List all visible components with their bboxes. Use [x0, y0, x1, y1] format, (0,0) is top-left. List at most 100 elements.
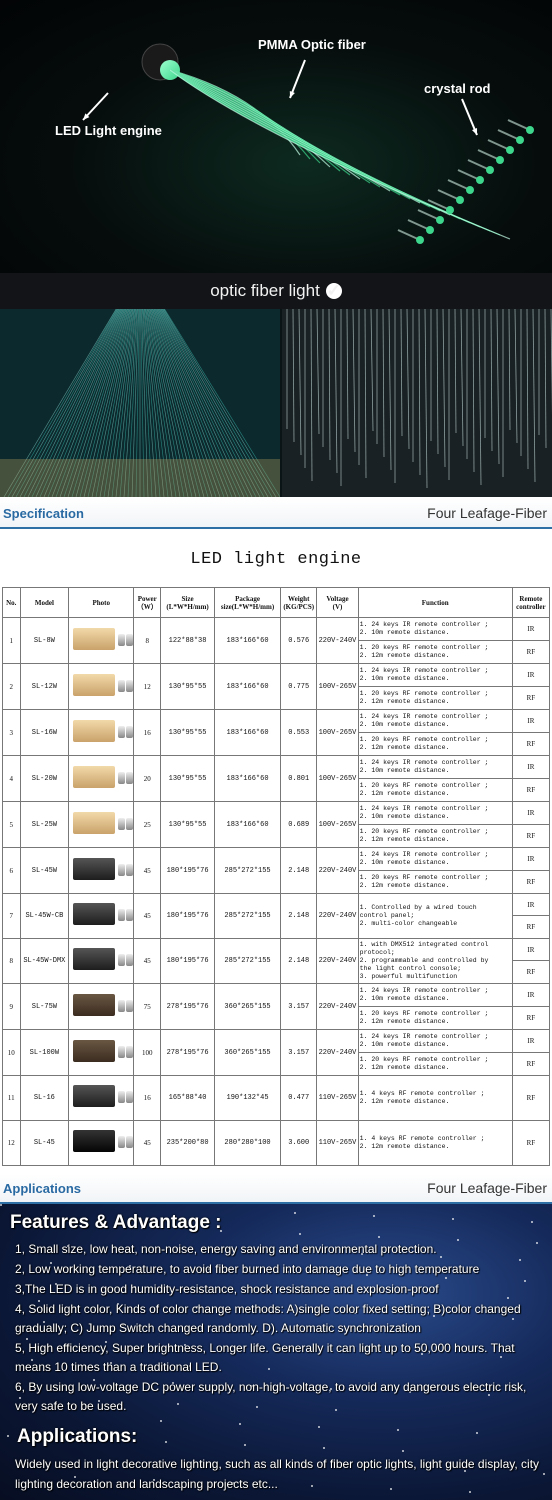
- hero-image: PMMA Optic fiber LED Light engine crysta…: [0, 0, 552, 273]
- light-engine-device: [73, 857, 116, 880]
- cell-remote: IR: [511, 617, 551, 641]
- star: [402, 1450, 404, 1452]
- cell-weight: 0.477: [280, 1075, 318, 1121]
- photo-background: [282, 309, 552, 497]
- table-row: 1 SL-8W 8 122*88*38 183*166*60 0.576 220V-240V…: [2, 617, 551, 664]
- light-engine-device: [73, 993, 116, 1016]
- cell-model: SL-45W-CB: [19, 893, 70, 939]
- remote-controller-icon: [118, 817, 126, 830]
- remote-controller-icon: [118, 863, 126, 876]
- cell-size: 278*195*76: [160, 983, 215, 1030]
- cell-model: SL-16W: [19, 709, 70, 756]
- cell-function: 1. 20 keys RF remote controller ; 2. 12m…: [357, 1052, 513, 1076]
- fiber-ceiling-photo: [0, 309, 280, 497]
- cell-remote: IR: [511, 983, 551, 1007]
- cell-no: 9: [2, 983, 21, 1030]
- cell-package: 360*265*155: [213, 1029, 282, 1076]
- cell-model: SL-25W: [19, 801, 70, 848]
- cell-voltage: 220V-240V: [316, 617, 359, 664]
- rod-tip: [426, 226, 434, 234]
- cell-voltage: 110V-265V: [316, 1120, 359, 1166]
- star: [373, 1215, 375, 1217]
- cell-function: 1. 20 keys RF remote controller ; 2. 12m…: [357, 686, 513, 710]
- cell-size: 130*95*55: [160, 709, 215, 756]
- brand-name: Four Leafage-Fiber: [427, 1180, 547, 1196]
- cell-function: 1. 20 keys RF remote controller ; 2. 12m…: [357, 1006, 513, 1030]
- cell-weight: 3.600: [280, 1120, 318, 1166]
- rod-tip: [506, 146, 514, 154]
- cell-power: 16: [133, 1075, 162, 1121]
- cell-no: 12: [2, 1120, 21, 1166]
- light-engine-device: [73, 765, 116, 788]
- cell-package: 183*166*60: [213, 755, 282, 802]
- spec-table: No. Model Photo Power （W） Size (L*W*H/mm…: [2, 587, 551, 1166]
- table-row: 8 SL-45W-DMX 45 180*195*76 285*272*155 2.148 2…: [2, 938, 551, 984]
- cell-function: 1. 4 keys RF remote controller ; 2. 12m …: [357, 1120, 513, 1166]
- star: [0, 1204, 2, 1206]
- remote-controller-icon: [118, 999, 126, 1012]
- features-panel: Features & Advantage : 1, Small size, lo…: [0, 1204, 552, 1500]
- star: [165, 1441, 167, 1443]
- cell-remote: RF: [511, 1075, 551, 1121]
- cell-function: 1. 20 keys RF remote controller ; 2. 12m…: [357, 732, 513, 756]
- cell-size: 180*195*76: [160, 847, 215, 894]
- cell-package: 280*280*100: [213, 1120, 282, 1166]
- table-header-row: No. Model Photo Power （W） Size (L*W*H/mm…: [2, 587, 551, 618]
- applications-title: Applications:: [17, 1426, 138, 1447]
- cell-package: 183*166*60: [213, 663, 282, 710]
- cell-no: 1: [2, 617, 21, 664]
- cell-weight: 0.576: [280, 617, 318, 664]
- cell-function: 1. 20 keys RF remote controller ; 2. 12m…: [357, 640, 513, 664]
- cell-weight: 2.148: [280, 847, 318, 894]
- remote-controller-icon: [118, 1136, 126, 1148]
- light-engine-device: [73, 627, 116, 650]
- remote-controller-icon: [126, 817, 134, 830]
- cell-function: 1. 24 keys IR remote controller ; 2. 10m…: [357, 617, 513, 641]
- remote-controller-icon: [118, 633, 126, 646]
- cell-weight: 3.157: [280, 983, 318, 1030]
- remote-controller-icon: [126, 633, 134, 646]
- cell-function: 1. 24 keys IR remote controller ; 2. 10m…: [357, 755, 513, 779]
- cell-voltage: 220V-240V: [316, 1029, 359, 1076]
- rod-tip: [416, 236, 424, 244]
- cell-no: 8: [2, 938, 21, 984]
- rod-tip: [476, 176, 484, 184]
- remote-controller-icon: [126, 725, 134, 738]
- light-engine-device: [73, 903, 116, 925]
- cell-remote: RF: [511, 778, 551, 802]
- cell-remote: RF: [511, 732, 551, 756]
- cell-function: 1. 24 keys IR remote controller ; 2. 10m…: [357, 663, 513, 687]
- cell-remote: RF: [511, 915, 551, 939]
- rod-tip: [436, 216, 444, 224]
- cell-remote: IR: [511, 709, 551, 733]
- header-weight: Weight (KG/PCS): [280, 587, 318, 618]
- remote-controller-icon: [118, 771, 126, 784]
- star: [378, 1236, 380, 1238]
- arrow-head: [472, 128, 478, 135]
- cell-remote: RF: [511, 640, 551, 664]
- cell-size: 235*200*80: [160, 1120, 215, 1166]
- cell-photo: [68, 893, 135, 939]
- specification-title: Specification: [3, 506, 84, 521]
- remote-controller-icon: [118, 679, 126, 692]
- light-engine-device: [73, 1039, 116, 1062]
- cell-power: 20: [133, 755, 162, 802]
- cell-remote: RF: [511, 960, 551, 984]
- table-row: 7 SL-45W-CB 45 180*195*76 285*272*155 2.148 22…: [2, 893, 551, 939]
- cell-no: 7: [2, 893, 21, 939]
- cell-package: 183*166*60: [213, 709, 282, 756]
- star: [7, 1435, 9, 1437]
- cell-photo: [68, 938, 135, 984]
- rod-tip: [516, 136, 524, 144]
- cell-power: 45: [133, 847, 162, 894]
- table-row: 2 SL-12W 12 130*95*55 183*166*60 0.775 100V-26…: [2, 663, 551, 710]
- remote-controller-icon: [126, 954, 134, 966]
- cell-size: 180*195*76: [160, 893, 215, 939]
- header-no: No.: [2, 587, 21, 618]
- table-row: 9 SL-75W 75 278*195*76 360*265*155 3.157 220V-…: [2, 983, 551, 1030]
- cell-remote: RF: [511, 870, 551, 894]
- cell-package: 183*166*60: [213, 617, 282, 664]
- cell-size: 122*88*38: [160, 617, 215, 664]
- light-engine-device: [73, 673, 116, 696]
- star: [531, 1221, 533, 1223]
